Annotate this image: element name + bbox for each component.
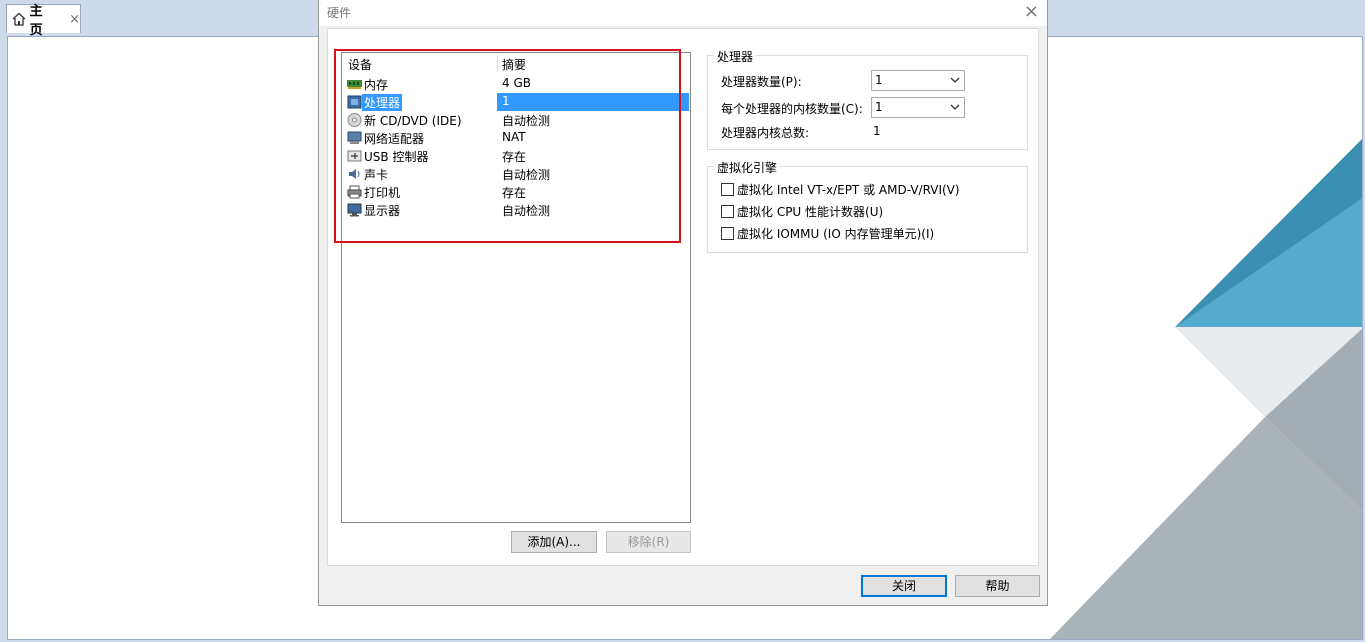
processor-count-label: 处理器数量(P): — [721, 75, 802, 89]
device-summary: 存在 — [502, 186, 527, 200]
checkbox-label: 虚拟化 IOMMU (IO 内存管理单元)(I) — [737, 227, 935, 241]
device-row-cd-dvd[interactable]: 新 CD/DVD (IDE) 自动检测 — [342, 111, 690, 129]
sound-card-icon — [347, 167, 362, 181]
device-list-header: 设备 摘要 — [342, 53, 690, 73]
device-name: 网络适配器 — [364, 132, 425, 146]
column-header-summary[interactable]: 摘要 — [502, 56, 526, 73]
cores-per-processor-select[interactable]: 1 — [871, 97, 965, 118]
device-row-sound-card[interactable]: 声卡 自动检测 — [342, 165, 690, 183]
device-summary: 存在 — [502, 150, 527, 164]
vmware-logo: vmware — [34, 633, 110, 639]
chevron-down-icon — [950, 73, 960, 87]
cd-dvd-icon — [347, 113, 362, 127]
device-name: 内存 — [364, 78, 389, 92]
dialog-titlebar: 硬件 × — [319, 0, 1047, 26]
usb-icon — [347, 149, 362, 163]
dialog-close-icon[interactable]: × — [1024, 1, 1039, 22]
device-summary: 自动检测 — [502, 204, 551, 218]
hardware-dialog: 硬件 × 设备 摘要 内存 4 GB 处理器 1 新 CD/DVD (IDE) … — [318, 0, 1048, 606]
device-name: 新 CD/DVD (IDE) — [364, 114, 462, 128]
device-row-processor[interactable]: 处理器 1 — [342, 93, 690, 111]
home-icon — [12, 12, 27, 27]
virtualization-engine-group: 虚拟化引擎 虚拟化 Intel VT-x/EPT 或 AMD-V/RVI(V) … — [707, 159, 1028, 253]
device-name: 显示器 — [364, 204, 401, 218]
chevron-down-icon — [950, 100, 960, 114]
total-cores-value: 1 — [873, 124, 881, 138]
device-row-printer[interactable]: 打印机 存在 — [342, 183, 690, 201]
checkbox-box[interactable] — [721, 227, 734, 240]
close-button[interactable]: 关闭 — [861, 575, 947, 597]
device-summary: NAT — [502, 130, 526, 144]
processor-group: 处理器 处理器数量(P): 1 每个处理器的内核数量(C): 1 处理器内核总数… — [707, 48, 1028, 150]
device-summary: 自动检测 — [502, 114, 551, 128]
remove-device-button[interactable]: 移除(R) — [606, 531, 691, 553]
device-row-usb[interactable]: USB 控制器 存在 — [342, 147, 690, 165]
tab-close-icon[interactable]: × — [69, 12, 80, 27]
device-row-display[interactable]: 显示器 自动检测 — [342, 201, 690, 219]
device-row-memory[interactable]: 内存 4 GB — [342, 75, 690, 93]
cores-per-processor-label: 每个处理器的内核数量(C): — [721, 102, 863, 116]
checkbox-box[interactable] — [721, 205, 734, 218]
device-summary: 1 — [502, 94, 510, 108]
printer-icon — [347, 185, 362, 199]
device-summary: 自动检测 — [502, 168, 551, 182]
add-device-button[interactable]: 添加(A)... — [511, 531, 597, 553]
display-icon — [347, 203, 362, 217]
column-header-device[interactable]: 设备 — [348, 56, 372, 73]
device-summary: 4 GB — [502, 76, 531, 90]
total-cores-label: 处理器内核总数: — [721, 126, 810, 140]
virtualization-group-title: 虚拟化引擎 — [714, 159, 781, 176]
device-name: USB 控制器 — [364, 150, 429, 164]
tab-home-label: 主页 — [29, 4, 43, 38]
checkbox-label: 虚拟化 Intel VT-x/EPT 或 AMD-V/RVI(V) — [737, 183, 960, 197]
processor-icon — [347, 95, 362, 109]
network-adapter-icon — [347, 131, 362, 145]
virtualize-iommu-checkbox[interactable]: 虚拟化 IOMMU (IO 内存管理单元)(I) — [721, 225, 934, 242]
device-list[interactable]: 设备 摘要 内存 4 GB 处理器 1 新 CD/DVD (IDE) 自动检测 … — [341, 52, 691, 523]
processor-count-select[interactable]: 1 — [871, 70, 965, 91]
dialog-title: 硬件 — [327, 6, 352, 20]
memory-icon — [347, 77, 362, 91]
virtualize-vtx-checkbox[interactable]: 虚拟化 Intel VT-x/EPT 或 AMD-V/RVI(V) — [721, 181, 960, 198]
checkbox-label: 虚拟化 CPU 性能计数器(U) — [737, 205, 884, 219]
tab-home[interactable]: 主页 × — [6, 4, 81, 38]
help-button[interactable]: 帮助 — [955, 575, 1040, 597]
device-name: 处理器 — [362, 94, 403, 111]
device-name: 声卡 — [364, 168, 389, 182]
virtualize-cpu-counters-checkbox[interactable]: 虚拟化 CPU 性能计数器(U) — [721, 203, 883, 220]
checkbox-box[interactable] — [721, 183, 734, 196]
device-row-network-adapter[interactable]: 网络适配器 NAT — [342, 129, 690, 147]
device-name: 打印机 — [364, 186, 401, 200]
processor-group-title: 处理器 — [714, 48, 757, 65]
